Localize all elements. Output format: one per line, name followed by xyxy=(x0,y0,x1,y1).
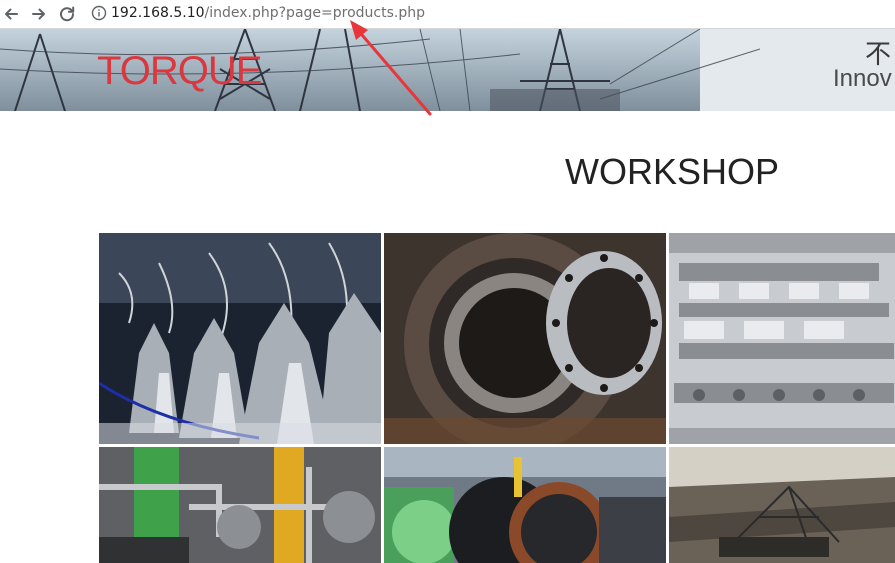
page-title: WORKSHOP xyxy=(565,151,780,192)
arrow-back-icon[interactable] xyxy=(0,3,22,25)
gallery-image-machinery[interactable] xyxy=(99,447,381,563)
url-host: 192.168.5.10 xyxy=(111,5,205,21)
browser-toolbar: 192.168.5.10/index.php?page=products.php xyxy=(0,0,895,29)
url-path: /index.php?page=products.php xyxy=(204,5,425,21)
reload-icon[interactable] xyxy=(56,3,78,25)
gallery-image-turbine-rotor[interactable] xyxy=(384,447,666,563)
gallery-image-rocket-engines[interactable] xyxy=(99,233,381,444)
brand-logo[interactable]: TORQUE xyxy=(97,49,262,93)
gallery-image-mining-excavator[interactable] xyxy=(669,447,895,563)
gallery-image-cylinder-head[interactable] xyxy=(669,233,895,444)
gallery-image-gear-ring[interactable] xyxy=(384,233,666,444)
address-bar[interactable]: 192.168.5.10/index.php?page=products.php xyxy=(85,2,893,24)
site-banner: TORQUE 不 Innov xyxy=(0,29,895,111)
arrow-forward-icon[interactable] xyxy=(28,3,50,25)
url-text[interactable]: 192.168.5.10/index.php?page=products.php xyxy=(111,5,425,21)
info-icon[interactable] xyxy=(91,5,107,21)
banner-tagline: Innov xyxy=(833,65,892,92)
